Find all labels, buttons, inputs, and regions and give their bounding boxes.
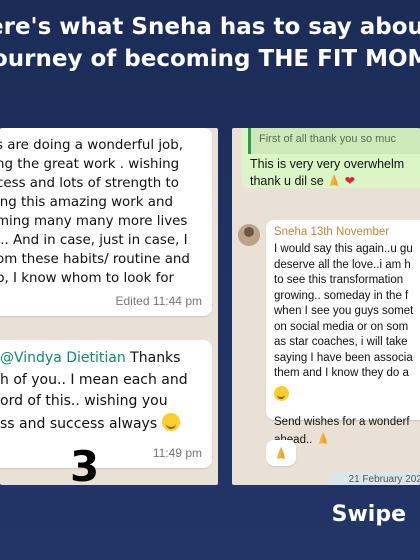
message-text: @Vindya Dietitian Thanks h of you.. I me… [0, 348, 212, 436]
reply-bubble: First of all thank you so muc This is ve… [242, 128, 420, 188]
message-line: deserve all the love..i am h [274, 258, 411, 271]
message-line: ming many many more lives [0, 214, 188, 229]
message-line: ord of this.. wishing you [0, 393, 168, 409]
message-line: h of you.. I mean each and [0, 371, 188, 388]
message-text-fragment: Thanks [125, 350, 181, 366]
message-line: saying I have been associa [274, 351, 413, 364]
smile-emoji-icon [161, 412, 180, 431]
mention-link[interactable]: @Vindya Dietitian [0, 350, 126, 366]
folded-hands-icon [318, 431, 327, 444]
message-text-fragment: ss and success always [0, 415, 158, 432]
message-text: I would say this again..u gu deserve all… [274, 242, 413, 448]
message-line: ... And in case, just in case, I [0, 233, 188, 248]
message-line: ng the great work . wishing [0, 157, 180, 172]
quoted-text: First of all thank you so muc [259, 133, 396, 145]
chat-screenshot-right: First of all thank you so muc This is ve… [232, 128, 420, 485]
message-line: I would say this again..u gu [274, 243, 413, 255]
message-line: This is very very overwhelm [250, 157, 405, 171]
folded-hands-icon [277, 447, 285, 459]
message-text: s are doing a wonderful job, ng the grea… [0, 136, 207, 286]
message-line: s are doing a wonderful job, [0, 138, 183, 153]
message-line: thank u dil se ❤ [250, 173, 404, 190]
message-line: when I see you guys somet [274, 305, 414, 317]
headline: ere's what Sneha has to say about h ourn… [0, 8, 420, 88]
heart-icon: ❤ [344, 174, 356, 188]
headline-line-2: ourney of becoming THE FIT MOM [0, 46, 420, 72]
message-line [274, 385, 413, 404]
smile-emoji-icon [274, 385, 289, 401]
message-line: to see this transformation [274, 274, 404, 286]
message-line: om these habits/ routine and [0, 252, 190, 267]
message-bubble-4 [266, 440, 296, 466]
message-line: on social media or on som [274, 320, 409, 333]
sender-name: Sneha 13th November [274, 226, 390, 238]
avatar[interactable] [238, 224, 260, 246]
message-timestamp: Edited 11:44 pm [115, 294, 202, 308]
reply-text: This is very very overwhelm thank u dil … [250, 156, 404, 190]
message-line: ing this amazing work and [0, 195, 173, 210]
message-bubble-1: s are doing a wonderful job, ng the grea… [0, 128, 212, 316]
message-line: cess and lots of strength to [0, 176, 179, 191]
message-line: as star coaches, i will take [274, 336, 408, 348]
page-number: 3 [70, 442, 100, 491]
message-timestamp: 11:49 pm [152, 446, 202, 460]
date-separator: 21 February 2025 [328, 472, 420, 485]
message-line: growing.. someday in the f [274, 289, 409, 302]
message-line: ss and success always [0, 412, 212, 436]
message-text-fragment: thank u dil se [250, 174, 324, 188]
swipe-label[interactable]: Swipe [332, 502, 406, 527]
message-line: @Vindya Dietitian Thanks [0, 348, 212, 370]
folded-hands-icon [330, 174, 339, 186]
message-line: them and I know they do a [274, 367, 409, 379]
message-line: p, I know whom to look for [0, 271, 175, 286]
message-bubble-3: Sneha 13th November I would say this aga… [266, 220, 420, 446]
message-bubble-2: @Vindya Dietitian Thanks h of you.. I me… [0, 340, 212, 468]
headline-line-1: ere's what Sneha has to say about h [0, 14, 420, 40]
message-line: Send wishes for a wonderf [274, 416, 410, 428]
chat-screenshot-left: s are doing a wonderful job, ng the grea… [0, 128, 218, 485]
quoted-message[interactable]: First of all thank you so muc [248, 128, 420, 154]
